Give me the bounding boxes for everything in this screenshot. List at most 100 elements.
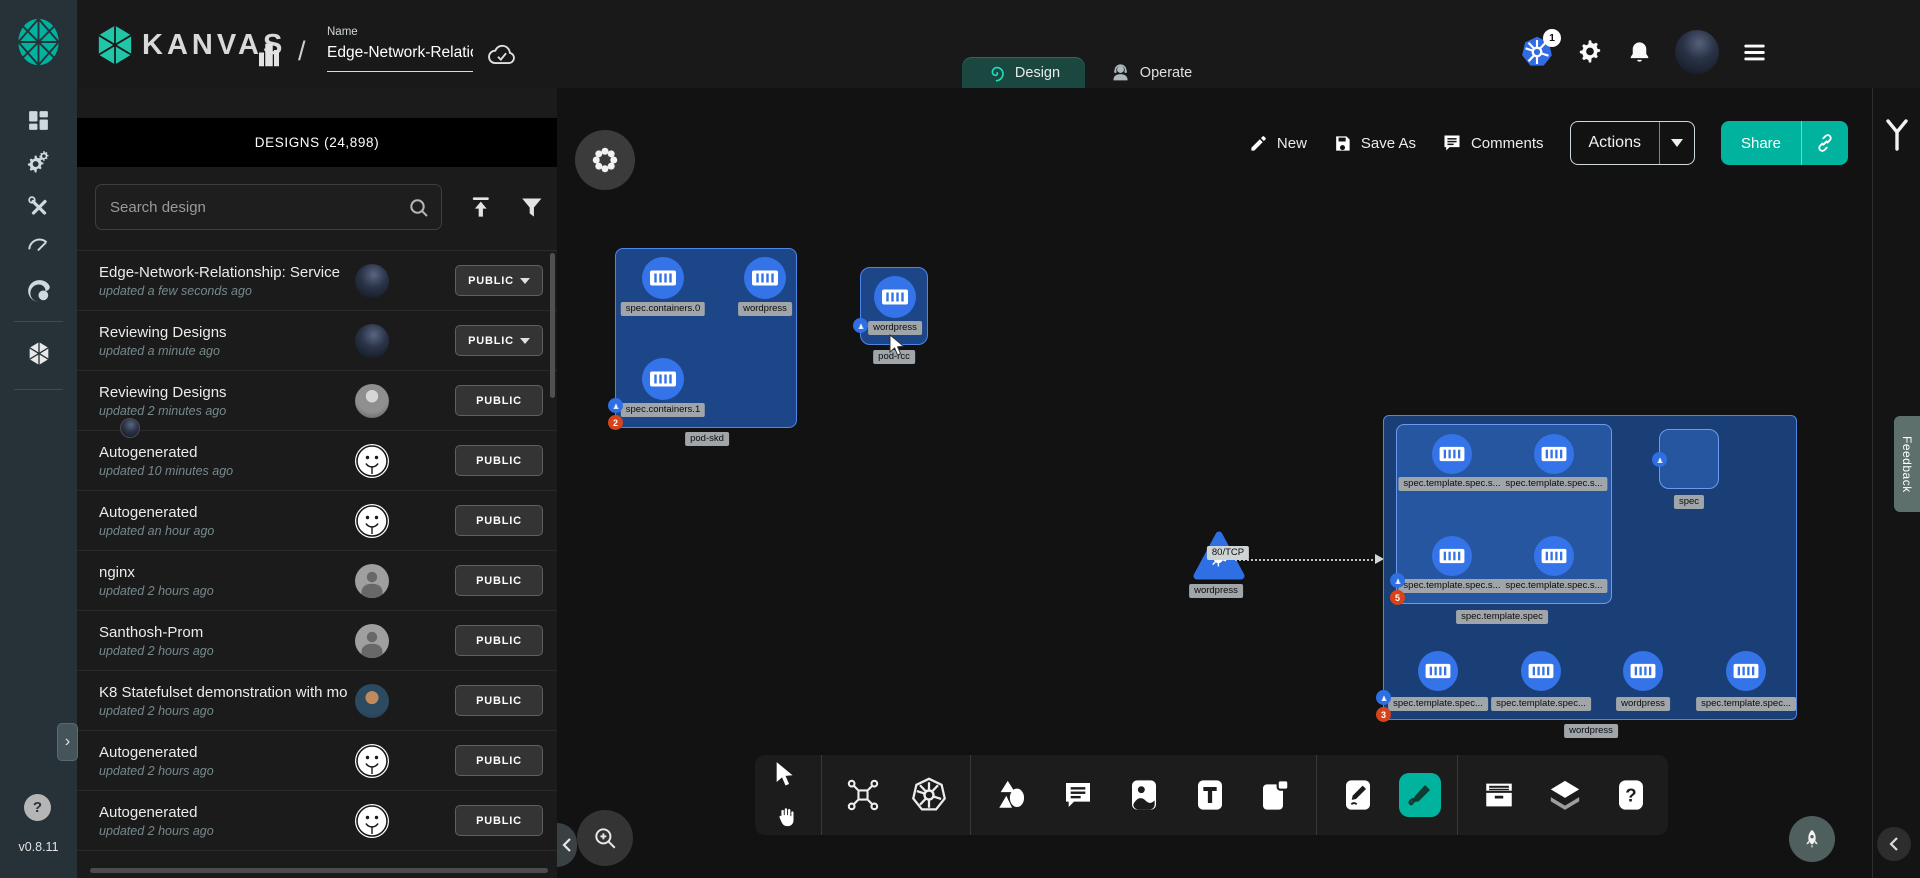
error-count-badge[interactable]: 5	[1390, 590, 1405, 605]
import-design-icon[interactable]	[468, 194, 494, 220]
design-row[interactable]: Autogenerated updated 10 minutes ago PUB…	[77, 431, 557, 491]
sidebar-expand-button[interactable]: ›	[57, 723, 78, 761]
name-field-value[interactable]: Edge-Network-Relatio	[327, 44, 473, 72]
nav-performance-icon[interactable]	[25, 231, 52, 258]
design-row[interactable]: Edge-Network-Relationship: Service updat…	[77, 251, 557, 311]
design-row[interactable]: Autogenerated updated an hour ago PUBLIC	[77, 491, 557, 551]
container-node[interactable]	[1725, 650, 1767, 692]
shape-node-tool[interactable]	[1251, 769, 1301, 821]
container-node[interactable]	[1533, 433, 1575, 475]
designs-vertical-scrollbar[interactable]	[550, 253, 555, 398]
visibility-badge[interactable]: PUBLIC	[455, 625, 543, 656]
visibility-label: PUBLIC	[476, 695, 522, 707]
visibility-badge[interactable]: PUBLIC	[455, 505, 543, 536]
text-tool[interactable]	[1185, 769, 1235, 821]
design-row[interactable]: Reviewing Designs updated 2 minutes ago …	[77, 371, 557, 431]
design-row[interactable]: K8 Statefulset demonstration with mo upd…	[77, 671, 557, 731]
container-node[interactable]	[1417, 650, 1459, 692]
design-row[interactable]: Autogenerated updated 2 hours ago PUBLIC	[77, 791, 557, 851]
meshery-logo-icon[interactable]	[15, 17, 62, 67]
filter-icon[interactable]	[519, 194, 545, 220]
tab-operate[interactable]: Operate	[1085, 57, 1217, 88]
design-name-field[interactable]: Name Edge-Network-Relatio	[327, 26, 473, 72]
layers-tool[interactable]	[1540, 769, 1590, 821]
nav-lifecycle-icon[interactable]	[25, 150, 52, 177]
version-fork-icon[interactable]	[1883, 118, 1911, 152]
container-node[interactable]	[743, 256, 787, 300]
pod-skd-node[interactable]: spec.containers.0 wordpress spec.contain…	[615, 248, 797, 428]
container-node[interactable]	[1622, 650, 1664, 692]
container-node[interactable]	[1431, 535, 1473, 577]
save-as-button[interactable]: Save As	[1333, 134, 1416, 153]
k8s-status-badge[interactable]	[1652, 452, 1667, 467]
container-node[interactable]	[1431, 433, 1473, 475]
comment-tool[interactable]	[1053, 769, 1103, 821]
visibility-badge[interactable]: PUBLIC	[455, 565, 543, 596]
rail-collapse-chevron[interactable]	[1877, 827, 1911, 861]
hamburger-menu-icon[interactable]	[1741, 39, 1768, 66]
visibility-badge[interactable]: PUBLIC	[455, 325, 543, 356]
kubernetes-context-button[interactable]: 1	[1520, 35, 1554, 69]
nav-kanvas-icon[interactable]	[25, 340, 52, 367]
notifications-bell-icon[interactable]	[1626, 39, 1653, 66]
search-input[interactable]	[96, 185, 441, 229]
shapes-tool[interactable]	[987, 769, 1037, 821]
container-node[interactable]	[1533, 535, 1575, 577]
container-node[interactable]	[641, 357, 685, 401]
pod-template-node[interactable]: spec.template.spec.s... spec.template.sp…	[1396, 424, 1612, 604]
pan-hand-tool-icon[interactable]	[775, 805, 797, 829]
media-tool[interactable]	[1119, 769, 1169, 821]
user-avatar[interactable]	[1675, 30, 1719, 74]
visibility-badge[interactable]: PUBLIC	[455, 385, 543, 416]
deploy-rocket-button[interactable]	[1789, 816, 1835, 862]
kubernetes-components-tool[interactable]	[904, 769, 954, 821]
search-box[interactable]	[95, 184, 442, 230]
spec-node[interactable]	[1659, 429, 1719, 489]
k8s-status-badge[interactable]	[853, 318, 868, 333]
doodle-tool-active[interactable]	[1399, 773, 1441, 817]
container-node[interactable]	[1520, 650, 1562, 692]
visibility-badge[interactable]: PUBLIC	[455, 805, 543, 836]
actions-dropdown-button[interactable]	[1660, 122, 1694, 164]
design-canvas[interactable]: New Save As Comments Actions Share	[557, 88, 1872, 878]
panel-collapse-chevron[interactable]	[557, 823, 577, 867]
k8s-status-badge[interactable]	[1376, 690, 1391, 705]
share-button[interactable]: Share	[1721, 121, 1801, 165]
visibility-badge[interactable]: PUBLIC	[455, 265, 543, 296]
select-cursor-tool-icon[interactable]	[773, 761, 799, 789]
search-icon[interactable]	[407, 196, 431, 220]
canvas-menu-flower-icon[interactable]	[575, 130, 635, 190]
organization-icon[interactable]	[254, 40, 284, 70]
visibility-badge[interactable]: PUBLIC	[455, 745, 543, 776]
help-button[interactable]: ?	[24, 794, 51, 821]
error-count-badge[interactable]: 3	[1376, 707, 1391, 722]
container-node[interactable]	[641, 256, 685, 300]
deployment-wordpress-node[interactable]: spec.template.spec.s... spec.template.sp…	[1383, 415, 1797, 720]
settings-gear-icon[interactable]	[1576, 38, 1604, 66]
copy-link-button[interactable]	[1802, 121, 1848, 165]
tab-design[interactable]: Design	[962, 57, 1085, 88]
drawer-tool[interactable]	[1474, 769, 1524, 821]
actions-button[interactable]: Actions	[1571, 122, 1659, 164]
error-count-badge[interactable]: 2	[608, 415, 623, 430]
comments-button[interactable]: Comments	[1442, 133, 1544, 153]
nav-configuration-icon[interactable]	[25, 193, 52, 220]
pen-tool[interactable]	[1333, 769, 1383, 821]
nav-extensions-icon[interactable]	[25, 277, 52, 304]
design-row[interactable]: Reviewing Designs updated a minute ago P…	[77, 311, 557, 371]
k8s-status-badge[interactable]	[608, 398, 623, 413]
container-node[interactable]	[873, 275, 917, 319]
visibility-badge[interactable]: PUBLIC	[455, 445, 543, 476]
designs-horizontal-scrollbar[interactable]	[90, 868, 548, 873]
design-row[interactable]: Santhosh-Prom updated 2 hours ago PUBLIC	[77, 611, 557, 671]
zoom-button[interactable]	[577, 810, 633, 866]
nav-dashboard-icon[interactable]	[25, 107, 52, 134]
help-tool[interactable]: ?	[1606, 769, 1656, 821]
design-row[interactable]: Autogenerated updated 2 hours ago PUBLIC	[77, 731, 557, 791]
feedback-tab[interactable]: Feedback	[1894, 416, 1920, 512]
design-row[interactable]: nginx updated 2 hours ago PUBLIC	[77, 551, 557, 611]
visibility-badge[interactable]: PUBLIC	[455, 685, 543, 716]
k8s-status-badge[interactable]	[1390, 573, 1405, 588]
new-button[interactable]: New	[1249, 134, 1307, 153]
component-shapes-tool[interactable]	[838, 769, 888, 821]
